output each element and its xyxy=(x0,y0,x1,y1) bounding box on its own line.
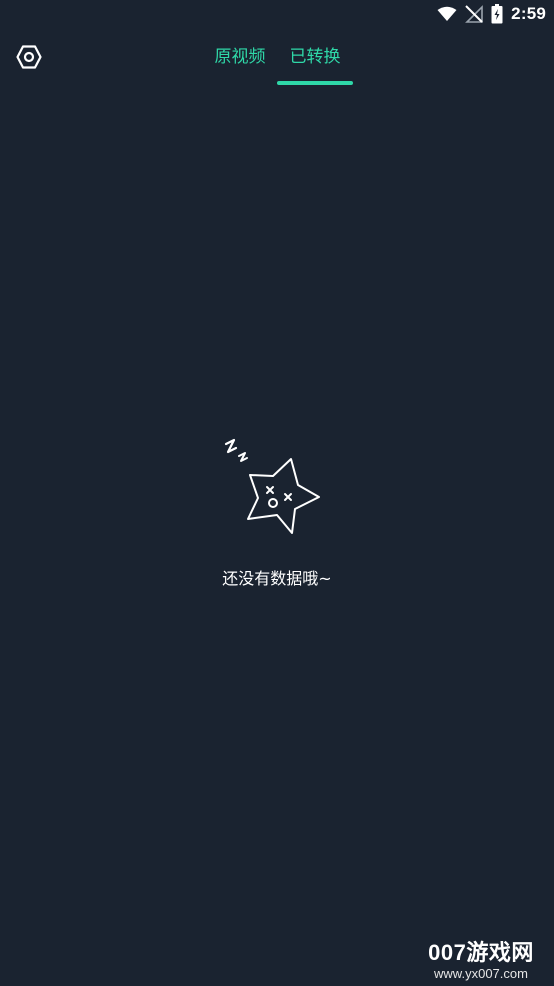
wifi-icon xyxy=(437,6,457,21)
battery-icon xyxy=(491,4,503,24)
watermark-url: www.yx007.com xyxy=(434,966,528,981)
status-icons: 2:59 xyxy=(437,3,546,25)
watermark: 007游戏网 www.yx007.com xyxy=(416,940,546,982)
empty-message: 还没有数据哦~ xyxy=(222,569,332,588)
status-time: 2:59 xyxy=(511,4,546,23)
status-bar: 2:59 xyxy=(0,0,554,28)
sleeping-star-icon xyxy=(224,438,320,534)
watermark-logo: 007游戏网 xyxy=(428,940,534,965)
tab-converted[interactable]: 已转换 xyxy=(283,44,347,70)
settings-button[interactable] xyxy=(14,42,44,72)
tab-original-video[interactable]: 原视频 xyxy=(208,44,272,70)
active-tab-indicator xyxy=(277,81,353,85)
top-bar: 原视频 已转换 xyxy=(0,28,554,86)
signal-off-icon xyxy=(465,5,483,23)
empty-state: 还没有数据哦~ xyxy=(0,430,554,589)
settings-hex-icon xyxy=(16,45,42,69)
